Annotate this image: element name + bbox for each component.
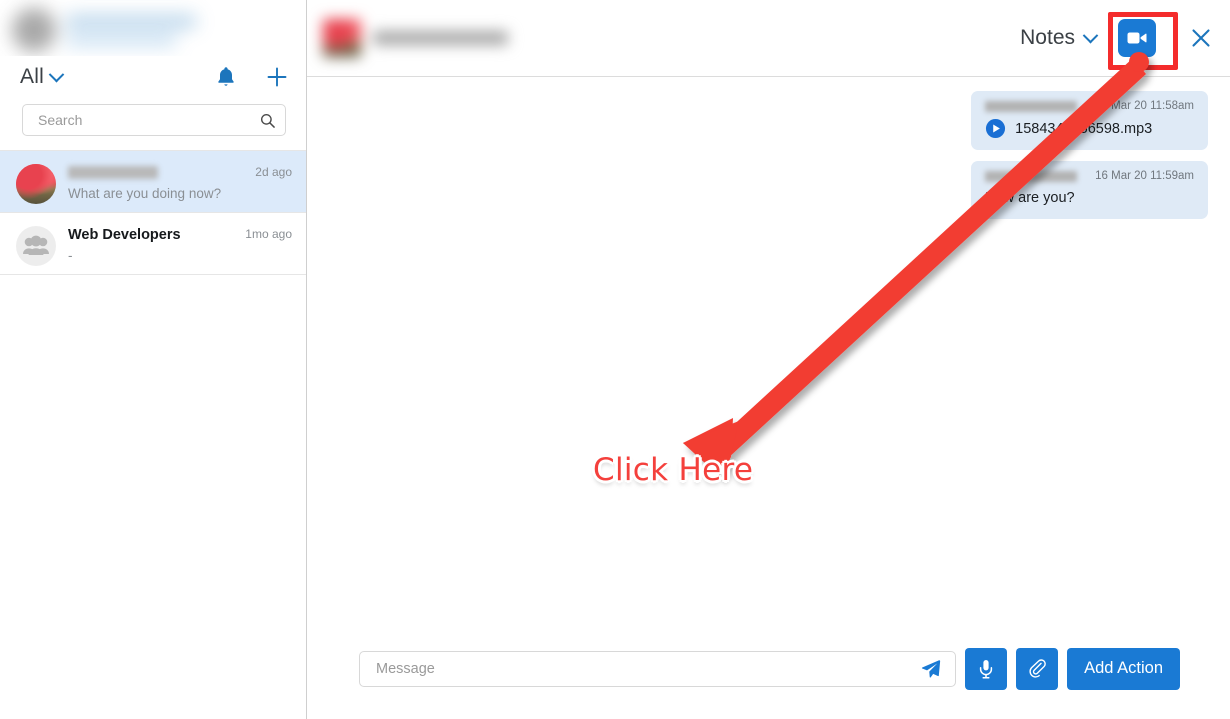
notes-dropdown[interactable]: Notes [1020,26,1099,50]
contact-avatar [323,19,361,57]
audio-file-name: 1584340156598.mp3 [1015,120,1153,137]
message-input-box[interactable] [359,650,957,687]
sidebar-account-header [0,0,306,56]
avatar-photo [16,164,56,204]
message-sender [985,100,1078,112]
add-action-button[interactable]: Add Action [1067,647,1180,690]
message-timestamp: 16 Mar 20 11:59am [1095,170,1194,182]
attach-file-button[interactable] [1016,647,1059,690]
notes-label: Notes [1020,26,1075,49]
conversation-timestamp: 2d ago [255,165,292,179]
close-chat-button[interactable] [1190,27,1212,49]
microphone-icon [979,659,993,678]
message-bubble-audio[interactable]: 16 Mar 20 11:58am 1584340156598.mp3 [971,91,1208,150]
chat-header: Notes [307,0,1230,77]
chat-contact [323,19,508,57]
chat-contact-name [373,31,508,45]
conversation-name [68,166,158,180]
paperclip-icon [1029,659,1046,678]
bell-icon [218,67,234,86]
filter-dropdown-all[interactable]: All [20,65,65,89]
messaging-app-window: All Search What are you doing now? 2d ag… [0,0,1230,719]
conversation-timestamp: 1mo ago [245,227,292,241]
message-input[interactable] [374,659,913,678]
conversation-item-0[interactable]: What are you doing now? 2d ago [0,151,306,213]
conversation-text: Web Developers - [68,225,239,265]
notifications-button[interactable] [216,66,236,88]
group-icon [16,226,56,266]
audio-attachment[interactable]: 1584340156598.mp3 [985,118,1194,139]
message-meta: 16 Mar 20 11:58am [985,100,1194,112]
account-subtitle-placeholder [66,34,176,46]
conversation-name: Web Developers [68,227,181,243]
message-meta: 16 Mar 20 11:59am [985,170,1194,182]
close-icon [1192,29,1210,47]
filter-dropdown-label: All [20,65,44,88]
chevron-down-icon [48,66,65,82]
message-timestamp: 16 Mar 20 11:58am [1095,100,1194,112]
sidebar-account-header-blurred [12,6,262,54]
send-button[interactable] [912,658,941,679]
message-list: 16 Mar 20 11:58am 1584340156598.mp3 16 M… [307,77,1230,640]
search-box[interactable] [22,104,286,136]
message-sender [985,170,1078,182]
avatar [16,226,56,266]
avatar-photo [323,19,361,57]
video-camera-icon [1127,32,1147,44]
play-icon[interactable] [985,118,1006,139]
message-row: 16 Mar 20 11:58am 1584340156598.mp3 [329,91,1208,150]
search-container [0,98,306,150]
message-row: 16 Mar 20 11:59am How are you? [329,161,1208,219]
sidebar-account-text [66,14,196,46]
send-icon [922,660,941,678]
avatar [16,164,56,204]
new-conversation-button[interactable] [266,66,288,88]
conversation-snippet: - [68,248,73,263]
chevron-down-icon [1082,27,1099,43]
voice-record-button[interactable] [965,647,1008,690]
account-name-placeholder [66,14,196,28]
search-input[interactable] [36,111,260,129]
conversations-sidebar: All Search What are you doing now? 2d ag… [0,0,307,719]
chat-pane: Notes 16 Mar 20 11:58am 1584340156598.mp… [307,0,1230,719]
message-bubble-text[interactable]: 16 Mar 20 11:59am How are you? [971,161,1208,219]
conversation-text: What are you doing now? [68,163,249,203]
video-call-button[interactable] [1118,19,1156,57]
conversation-list: What are you doing now? 2d ago Web Devel… [0,150,306,275]
user-avatar [12,8,56,52]
message-composer: Add Action [307,640,1230,719]
conversation-snippet: What are you doing now? [68,186,222,201]
sidebar-toolbar: All [0,56,306,98]
plus-icon [267,67,287,87]
search-icon[interactable] [260,113,275,128]
message-text: How are you? [985,190,1075,206]
conversation-item-1[interactable]: Web Developers - 1mo ago [0,213,306,275]
